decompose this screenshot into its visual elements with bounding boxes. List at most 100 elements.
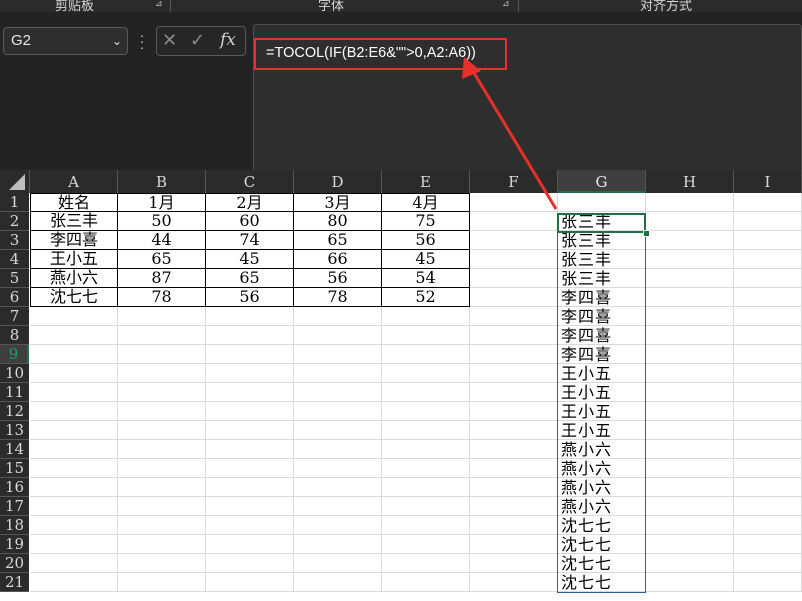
grid-cell[interactable]: [470, 193, 558, 212]
chevron-down-icon[interactable]: ⌄: [112, 28, 122, 54]
grid-cell[interactable]: [646, 421, 734, 440]
spill-cell[interactable]: 张三丰: [561, 269, 612, 288]
row-header-16[interactable]: 16: [0, 478, 29, 497]
table-cell[interactable]: 66: [294, 250, 382, 269]
grid-cell[interactable]: [734, 459, 802, 478]
spill-cell[interactable]: 沈七七: [561, 516, 612, 535]
grid-cell[interactable]: [118, 421, 206, 440]
grid-cell[interactable]: [30, 440, 118, 459]
column-header-i[interactable]: I: [734, 170, 802, 193]
column-header-d[interactable]: D: [294, 170, 382, 193]
grid-cell[interactable]: [118, 554, 206, 573]
grid-cell[interactable]: [470, 307, 558, 326]
grid-cell[interactable]: [734, 212, 802, 231]
spill-cell[interactable]: 王小五: [561, 383, 612, 402]
grid-cell[interactable]: [646, 497, 734, 516]
grid-cell[interactable]: [294, 440, 382, 459]
row-header-7[interactable]: 7: [0, 307, 29, 326]
row-header-9[interactable]: 9: [0, 345, 29, 364]
grid-cell[interactable]: [118, 573, 206, 592]
grid-cell[interactable]: [734, 326, 802, 345]
grid-cell[interactable]: [206, 402, 294, 421]
grid-cell[interactable]: [646, 383, 734, 402]
grid-cell[interactable]: [470, 269, 558, 288]
grid-cell[interactable]: [206, 497, 294, 516]
table-cell[interactable]: 50: [118, 212, 206, 231]
grid-cell[interactable]: [646, 459, 734, 478]
row-header-1[interactable]: 1: [0, 193, 29, 212]
more-options-icon[interactable]: · · ·: [139, 28, 145, 54]
grid-cell[interactable]: [646, 326, 734, 345]
grid-cell[interactable]: [118, 516, 206, 535]
grid-cell[interactable]: [470, 573, 558, 592]
grid-cell[interactable]: [646, 573, 734, 592]
table-cell[interactable]: 52: [382, 288, 470, 307]
grid-cell[interactable]: [294, 573, 382, 592]
table-cell[interactable]: 56: [294, 269, 382, 288]
table-cell[interactable]: 44: [118, 231, 206, 250]
grid-cell[interactable]: [558, 193, 646, 212]
grid-cell[interactable]: [206, 326, 294, 345]
table-cell[interactable]: 56: [206, 288, 294, 307]
spill-cell[interactable]: 王小五: [561, 402, 612, 421]
grid-cell[interactable]: [734, 440, 802, 459]
grid-cell[interactable]: [734, 231, 802, 250]
grid-cell[interactable]: [118, 459, 206, 478]
grid-cell[interactable]: [382, 402, 470, 421]
grid-cell[interactable]: [294, 459, 382, 478]
table-cell[interactable]: 60: [206, 212, 294, 231]
grid-cell[interactable]: [294, 364, 382, 383]
font-launcher-icon[interactable]: ⊿: [502, 0, 510, 9]
spill-cell[interactable]: 沈七七: [561, 573, 612, 592]
grid-cell[interactable]: [118, 535, 206, 554]
grid-cell[interactable]: [646, 440, 734, 459]
grid-cell[interactable]: [30, 478, 118, 497]
table-cell[interactable]: 80: [294, 212, 382, 231]
table-cell[interactable]: 78: [118, 288, 206, 307]
table-cell[interactable]: 65: [294, 231, 382, 250]
grid-cell[interactable]: [30, 364, 118, 383]
grid-cell[interactable]: [30, 535, 118, 554]
grid-cell[interactable]: [382, 535, 470, 554]
table-cell[interactable]: 65: [118, 250, 206, 269]
grid-cell[interactable]: [294, 402, 382, 421]
spill-cell[interactable]: 李四喜: [561, 326, 612, 345]
spill-cell[interactable]: 张三丰: [561, 231, 612, 250]
grid-cell[interactable]: [30, 459, 118, 478]
table-cell[interactable]: 45: [382, 250, 470, 269]
grid-cell[interactable]: [382, 554, 470, 573]
grid-cell[interactable]: [118, 440, 206, 459]
row-header-18[interactable]: 18: [0, 516, 29, 535]
grid-cell[interactable]: [206, 383, 294, 402]
grid-cell[interactable]: [734, 250, 802, 269]
row-header-3[interactable]: 3: [0, 231, 29, 250]
grid-cell[interactable]: [294, 383, 382, 402]
row-header-11[interactable]: 11: [0, 383, 29, 402]
grid-cell[interactable]: [734, 573, 802, 592]
grid-cell[interactable]: [382, 497, 470, 516]
grid-cell[interactable]: [646, 345, 734, 364]
grid-cell[interactable]: [382, 516, 470, 535]
grid-cell[interactable]: [646, 307, 734, 326]
grid-cell[interactable]: [470, 497, 558, 516]
grid-cell[interactable]: [734, 516, 802, 535]
table-cell[interactable]: 87: [118, 269, 206, 288]
grid-cell[interactable]: [382, 383, 470, 402]
table-cell[interactable]: 78: [294, 288, 382, 307]
name-box[interactable]: G2 ⌄: [3, 27, 128, 55]
grid-cell[interactable]: [470, 554, 558, 573]
grid-cell[interactable]: [294, 554, 382, 573]
grid-cell[interactable]: [206, 573, 294, 592]
spill-cell[interactable]: 沈七七: [561, 535, 612, 554]
grid-cell[interactable]: [470, 459, 558, 478]
table-header-cell[interactable]: 4月: [382, 193, 470, 212]
table-header-cell[interactable]: 3月: [294, 193, 382, 212]
grid-cell[interactable]: [646, 193, 734, 212]
row-header-21[interactable]: 21: [0, 573, 29, 592]
grid-cell[interactable]: [734, 383, 802, 402]
grid-cell[interactable]: [30, 326, 118, 345]
grid-cell[interactable]: [734, 345, 802, 364]
table-header-cell[interactable]: 2月: [206, 193, 294, 212]
table-cell[interactable]: 45: [206, 250, 294, 269]
grid-cell[interactable]: [294, 345, 382, 364]
